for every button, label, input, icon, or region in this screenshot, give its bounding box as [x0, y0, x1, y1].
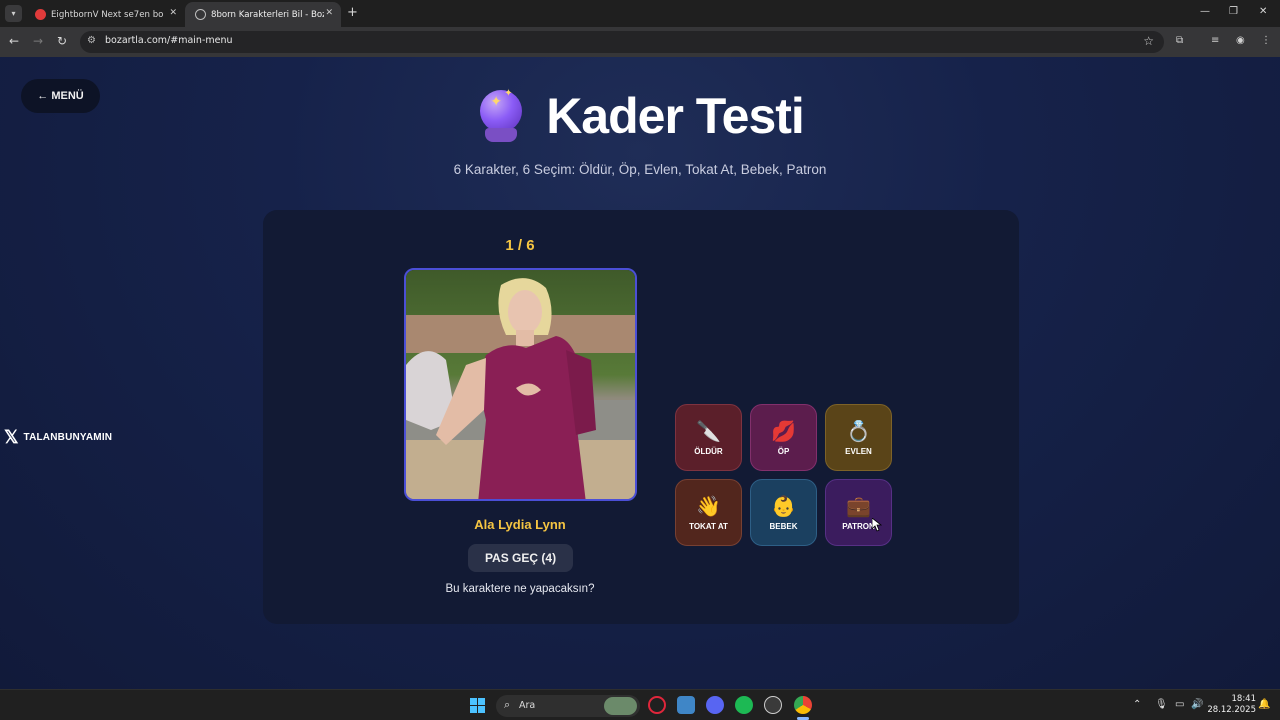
- tab-search-button[interactable]: ▾: [5, 5, 22, 22]
- kiss-icon: 💋: [771, 418, 796, 443]
- browser-menu-icon[interactable]: ⋮: [1261, 35, 1271, 46]
- choice-label: PATRON: [842, 521, 875, 531]
- close-tab-icon[interactable]: ✕: [169, 8, 177, 18]
- clock-date: 28.12.2025: [1207, 705, 1256, 715]
- profile-icon[interactable]: ◉: [1236, 35, 1245, 46]
- restore-icon[interactable]: ❐: [1229, 6, 1238, 17]
- choice-label: ÖP: [777, 446, 790, 456]
- character-photo: [404, 268, 637, 501]
- choice-label: ÖLDÜR: [694, 446, 723, 456]
- briefcase-icon: 💼: [846, 493, 871, 518]
- reload-icon[interactable]: ↻: [57, 34, 67, 48]
- tab-title: 8born Karakterleri Bil - Bozartla: [211, 9, 324, 20]
- choice-label: BEBEK: [769, 521, 798, 531]
- browser-tab-2-active[interactable]: 8born Karakterleri Bil - Bozartla ✕: [185, 2, 341, 27]
- window-close-icon[interactable]: ✕: [1259, 6, 1267, 17]
- watermark-handle: TALANBUNYAMIN: [23, 432, 113, 443]
- progress-counter: 1 / 6: [505, 237, 535, 254]
- page-content: ← MENÜ ✦ ✦ Kader Testi 6 Karakter, 6 Seç…: [0, 57, 1280, 689]
- tab-title: EightbornV Next se7en bokposto: [51, 9, 164, 20]
- choice-tokat-at-button[interactable]: 👋 TOKAT AT: [675, 479, 742, 546]
- page-title: Kader Testi: [546, 88, 805, 144]
- youtube-favicon-icon: [35, 9, 46, 20]
- app-icon[interactable]: [677, 696, 695, 714]
- skip-button[interactable]: PAS GEÇ (4): [468, 544, 573, 572]
- search-placeholder: Ara: [519, 700, 536, 711]
- minimize-icon[interactable]: —: [1200, 6, 1210, 17]
- volume-icon[interactable]: 🔊: [1191, 699, 1203, 710]
- baby-icon: 👶: [771, 493, 796, 518]
- search-icon: ⌕: [504, 698, 511, 711]
- media-controls-icon[interactable]: ≡: [1211, 35, 1219, 46]
- watermark: 𝕏 TALANBUNYAMIN: [4, 427, 112, 448]
- close-tab-icon[interactable]: ✕: [325, 8, 333, 18]
- discord-icon[interactable]: [706, 696, 724, 714]
- character-name: Ala Lydia Lynn: [474, 517, 566, 532]
- search-highlight-image: [604, 697, 637, 715]
- mouse-cursor-icon: [872, 518, 882, 532]
- crystal-ball-icon: ✦ ✦: [476, 88, 526, 144]
- network-icon[interactable]: ▭: [1175, 699, 1184, 710]
- chrome-icon[interactable]: [794, 696, 812, 714]
- choice-op-button[interactable]: 💋 ÖP: [750, 404, 817, 471]
- choice-patron-button[interactable]: 💼 PATRON: [825, 479, 892, 546]
- choice-oldur-button[interactable]: 🔪 ÖLDÜR: [675, 404, 742, 471]
- steam-icon[interactable]: [764, 696, 782, 714]
- globe-favicon-icon: [195, 9, 206, 20]
- clock-time: 18:41: [1231, 694, 1257, 704]
- x-logo-icon: 𝕏: [4, 427, 19, 447]
- clock[interactable]: 18:41 28.12.2025: [1206, 694, 1256, 716]
- choice-label: TOKAT AT: [689, 521, 728, 531]
- back-icon[interactable]: ←: [9, 34, 19, 48]
- windows-start-icon[interactable]: [470, 698, 485, 713]
- taskbar-search[interactable]: ⌕ Ara: [496, 695, 640, 717]
- page-subtitle: 6 Karakter, 6 Seçim: Öldür, Öp, Evlen, T…: [453, 162, 827, 177]
- forward-icon[interactable]: →: [33, 34, 43, 48]
- browser-toolbar: ← → ↻ ⚙ bozartla.com/#main-menu ☆ ⧉ ≡ ◉ …: [0, 27, 1280, 57]
- tab-strip: ▾ EightbornV Next se7en bokposto ✕ 8born…: [0, 0, 1280, 27]
- notification-icon[interactable]: 🔔: [1258, 699, 1270, 710]
- url-text[interactable]: bozartla.com/#main-menu: [105, 35, 233, 46]
- tray-chevron-icon[interactable]: ⌃: [1133, 699, 1141, 710]
- spotify-icon[interactable]: [735, 696, 753, 714]
- knife-icon: 🔪: [696, 418, 721, 443]
- taskbar: ⌕ Ara ⌃ 🎙 ▭ 🔊 18:41 28.12.2025 🔔: [0, 689, 1280, 720]
- browser-tab-1[interactable]: EightbornV Next se7en bokposto ✕: [25, 2, 185, 27]
- bookmark-star-icon[interactable]: ☆: [1143, 34, 1154, 48]
- choice-label: EVLEN: [845, 446, 872, 456]
- microphone-icon[interactable]: 🎙: [1155, 699, 1168, 710]
- wave-hand-icon: 👋: [696, 493, 721, 518]
- new-tab-icon[interactable]: +: [347, 5, 358, 20]
- choice-evlen-button[interactable]: 💍 EVLEN: [825, 404, 892, 471]
- address-bar[interactable]: ⚙ bozartla.com/#main-menu ☆: [80, 31, 1164, 53]
- choice-bebek-button[interactable]: 👶 BEBEK: [750, 479, 817, 546]
- extensions-icon[interactable]: ⧉: [1176, 35, 1183, 46]
- title-row: ✦ ✦ Kader Testi: [0, 85, 1280, 147]
- ring-icon: 💍: [846, 418, 871, 443]
- game-card: 1 / 6 Ala Lydia Lynn PAS GEÇ (4) Bu kara…: [263, 210, 1019, 624]
- opera-icon[interactable]: [648, 696, 666, 714]
- site-info-icon[interactable]: ⚙: [87, 35, 96, 46]
- question-prompt: Bu karaktere ne yapacaksın?: [445, 583, 595, 595]
